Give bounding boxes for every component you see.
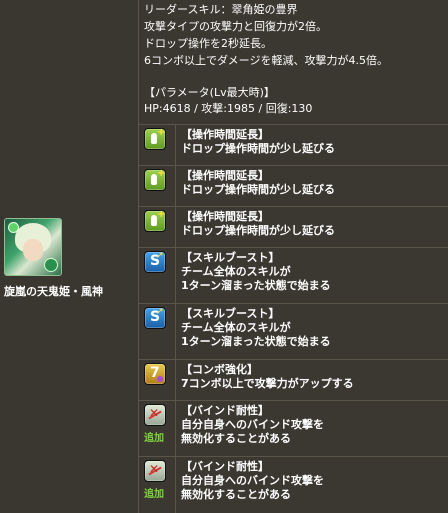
awakening-desc: チーム全体のスキルが: [181, 321, 291, 334]
awakening-text: 【スキルブースト】 チーム全体のスキルが 1ターン溜まった状態で始まる: [181, 307, 331, 349]
finger-icon: [144, 168, 166, 191]
awakening-row: 【操作時間延長】 ドロップ操作時間が少し延びる: [139, 207, 448, 248]
awakening-row: 【スキルブースト】 チーム全体のスキルが 1ターン溜まった状態で始まる: [139, 248, 448, 304]
awakening-row: 【操作時間延長】 ドロップ操作時間が少し延びる: [139, 166, 448, 207]
awakening-text: 【操作時間延長】 ドロップ操作時間が少し延びる: [181, 210, 335, 238]
awakening-title: 【操作時間延長】: [181, 169, 269, 182]
awakening-text: 【バインド耐性】 自分自身へのバインド攻撃を 無効化することがある: [181, 460, 324, 502]
awakening-title: 【コンボ強化】: [181, 363, 258, 376]
awakening-desc: 無効化することがある: [181, 488, 291, 501]
awakening-row: 【スキルブースト】 チーム全体のスキルが 1ターン溜まった状態で始まる: [139, 304, 448, 360]
leader-skill-name: リーダースキル：翠角姫の豊界: [144, 3, 298, 16]
awakening-text: 【バインド耐性】 自分自身へのバインド攻撃を 無効化することがある: [181, 404, 324, 446]
bind-resist-icon: [144, 404, 166, 426]
attribute-wood-icon: [8, 222, 19, 233]
combo-boost-icon: [144, 363, 166, 385]
awakening-text: 【操作時間延長】 ドロップ操作時間が少し延びる: [181, 128, 335, 156]
awakening-desc: 1ターン溜まった状態で始まる: [181, 335, 331, 348]
awakening-icon-cell: [139, 360, 176, 400]
added-label: 追加: [144, 489, 164, 500]
awakening-title: 【バインド耐性】: [181, 404, 269, 417]
awakening-row: 【コンボ強化】 7コンボ以上で攻撃力がアップする: [139, 360, 448, 401]
details-column: リーダースキル：翠角姫の豊界 攻撃タイプの攻撃力と回復力が2倍。 ドロップ操作を…: [139, 0, 448, 513]
awakening-desc: 自分自身へのバインド攻撃を: [181, 418, 324, 431]
awakening-icon-cell: [139, 207, 176, 247]
awakening-title: 【操作時間延長】: [181, 210, 269, 223]
awakening-row: 追加 【バインド耐性】 自分自身へのバインド攻撃を 無効化することがある: [139, 457, 448, 513]
leader-skill-line-2: ドロップ操作を2秒延長。: [144, 37, 272, 50]
parameter-heading: 【パラメータ(Lv最大時)】: [144, 86, 275, 99]
awakening-desc: 1ターン溜まった状態で始まる: [181, 279, 331, 292]
awakening-desc: ドロップ操作時間が少し延びる: [181, 183, 335, 196]
leader-skill-line-1: 攻撃タイプの攻撃力と回復力が2倍。: [144, 20, 327, 33]
awakening-desc: ドロップ操作時間が少し延びる: [181, 224, 335, 237]
awakening-text: 【操作時間延長】 ドロップ操作時間が少し延びる: [181, 169, 335, 197]
added-label: 追加: [144, 433, 164, 444]
skill-boost-icon: [144, 251, 166, 273]
awakening-icon-cell: [139, 248, 176, 303]
parameter-values: HP:4618 / 攻撃:1985 / 回復:130: [144, 102, 313, 115]
awakening-icon-cell: [139, 125, 176, 165]
awakening-desc: 無効化することがある: [181, 432, 291, 445]
awakening-desc: ドロップ操作時間が少し延びる: [181, 142, 335, 155]
awakening-desc: 自分自身へのバインド攻撃を: [181, 474, 324, 487]
bind-resist-icon: [144, 460, 166, 482]
leader-skill-section: リーダースキル：翠角姫の豊界 攻撃タイプの攻撃力と回復力が2倍。 ドロップ操作を…: [139, 0, 448, 125]
monster-name: 旋嵐の天鬼姫・風神: [4, 285, 103, 298]
awakening-title: 【スキルブースト】: [181, 251, 280, 264]
awakening-title: 【操作時間延長】: [181, 128, 269, 141]
awakening-row: 【操作時間延長】 ドロップ操作時間が少し延びる: [139, 125, 448, 166]
leader-skill-line-3: 6コンボ以上でダメージを軽減、攻撃力が4.5倍。: [144, 54, 388, 67]
finger-icon: [144, 209, 166, 232]
monster-info-panel: 旋嵐の天鬼姫・風神 リーダースキル：翠角姫の豊界 攻撃タイプの攻撃力と回復力が2…: [0, 0, 448, 513]
monster-portrait[interactable]: [4, 218, 62, 276]
monster-column: 旋嵐の天鬼姫・風神: [0, 0, 139, 513]
awakening-icon-cell: 追加: [139, 401, 176, 456]
awakening-icon-cell: [139, 166, 176, 206]
awakening-desc: 7コンボ以上で攻撃力がアップする: [181, 377, 354, 390]
awakening-text: 【スキルブースト】 チーム全体のスキルが 1ターン溜まった状態で始まる: [181, 251, 331, 293]
finger-icon: [144, 127, 166, 150]
skill-boost-icon: [144, 307, 166, 329]
awakening-text: 【コンボ強化】 7コンボ以上で攻撃力がアップする: [181, 363, 354, 391]
awakening-desc: チーム全体のスキルが: [181, 265, 291, 278]
awakening-row: 追加 【バインド耐性】 自分自身へのバインド攻撃を 無効化することがある: [139, 401, 448, 457]
awakening-icon-cell: 追加: [139, 457, 176, 513]
sub-attribute-icon: [44, 258, 58, 272]
awakening-icon-cell: [139, 304, 176, 359]
awakening-title: 【スキルブースト】: [181, 307, 280, 320]
portrait-face: [23, 239, 43, 261]
awakening-title: 【バインド耐性】: [181, 460, 269, 473]
